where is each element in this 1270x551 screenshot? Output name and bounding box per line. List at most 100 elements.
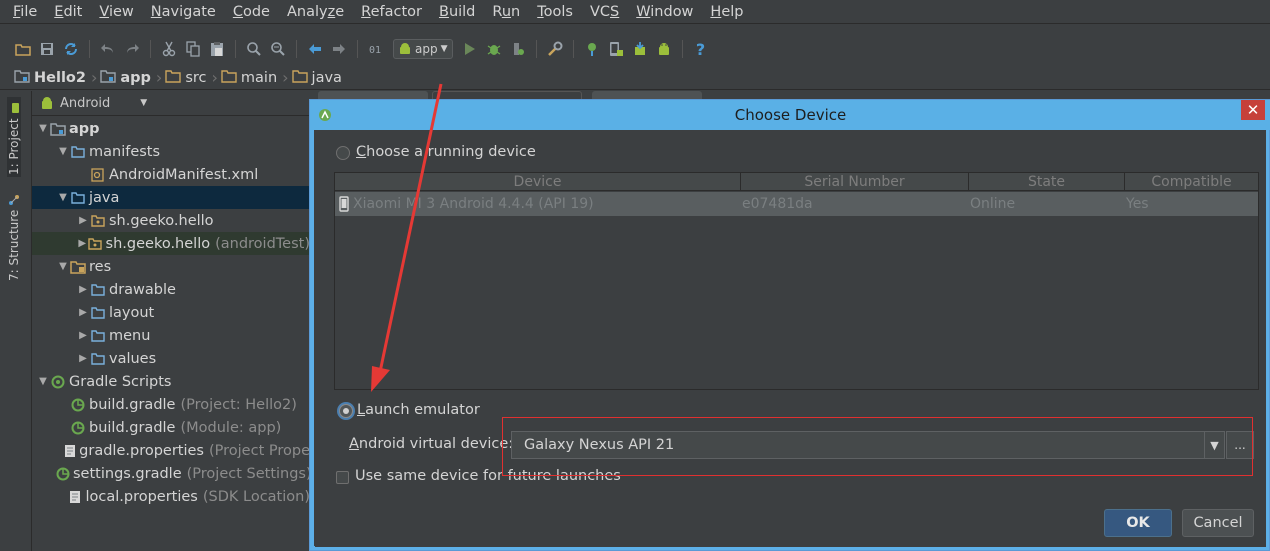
expand-arrow-down-icon[interactable]: ▼ xyxy=(56,261,70,272)
tree-node[interactable]: settings.gradle (Project Settings) xyxy=(32,462,312,485)
chevron-down-icon: ▼ xyxy=(140,98,148,108)
breadcrumb-item[interactable]: src xyxy=(165,69,210,87)
dialog-title-bar[interactable]: Choose Device ✕ xyxy=(310,100,1270,130)
tree-node[interactable]: ▼ manifests xyxy=(32,140,310,163)
menu-item[interactable]: Tools xyxy=(528,4,581,20)
column-header-device[interactable]: Device xyxy=(335,173,741,191)
undo-icon[interactable] xyxy=(97,38,119,60)
column-header-serial[interactable]: Serial Number xyxy=(741,173,969,191)
expand-arrow-right-icon[interactable]: ▶ xyxy=(76,238,88,249)
tree-node[interactable]: ▶ sh.geeko.hello xyxy=(32,209,310,232)
same-device-checkbox[interactable] xyxy=(336,471,349,484)
menu-item[interactable]: Edit xyxy=(45,4,90,20)
tab-project[interactable]: 1: Project xyxy=(7,97,21,177)
redo-icon[interactable] xyxy=(121,38,143,60)
avd-browse-button[interactable]: ... xyxy=(1226,431,1254,459)
tree-node[interactable]: ▼ java xyxy=(32,186,310,209)
expand-arrow-right-icon[interactable]: ▶ xyxy=(76,330,90,341)
menu-item[interactable]: Refactor xyxy=(352,4,430,20)
choose-running-device-label[interactable]: Choose a running device xyxy=(356,144,536,160)
expand-arrow-down-icon[interactable]: ▼ xyxy=(36,376,50,387)
menu-item[interactable]: Window xyxy=(627,4,701,20)
breadcrumb-item[interactable]: java xyxy=(291,69,346,87)
close-button[interactable]: ✕ xyxy=(1241,100,1265,120)
avd-select[interactable]: Galaxy Nexus API 21 ▼ xyxy=(511,431,1225,459)
android-monitor-icon[interactable] xyxy=(653,38,675,60)
menu-item[interactable]: File xyxy=(4,4,45,20)
expand-arrow-down-icon[interactable]: ▼ xyxy=(36,123,50,134)
tree-node[interactable]: build.gradle (Module: app) xyxy=(32,416,310,439)
menu-item[interactable]: VCS xyxy=(581,4,627,20)
breadcrumb-item[interactable]: main xyxy=(221,69,281,87)
expand-arrow-down-icon[interactable]: ▼ xyxy=(56,192,70,203)
tree-node[interactable]: ▶ layout xyxy=(32,301,310,324)
menu-label-part: iew xyxy=(108,3,134,20)
phone-icon xyxy=(339,196,349,212)
menu-item[interactable]: View xyxy=(90,4,141,20)
help-icon[interactable]: ? xyxy=(690,38,712,60)
make-project-icon[interactable]: 01 xyxy=(365,38,387,60)
expand-arrow-right-icon[interactable]: ▶ xyxy=(76,307,90,318)
cut-icon[interactable] xyxy=(158,38,180,60)
tree-node[interactable]: local.properties (SDK Location) xyxy=(32,485,310,508)
open-folder-icon[interactable] xyxy=(12,38,34,60)
sync-icon[interactable] xyxy=(60,38,82,60)
forward-icon[interactable] xyxy=(328,38,350,60)
run-configuration-selector[interactable]: app ▼ xyxy=(393,39,453,59)
menu-item[interactable]: Code xyxy=(224,4,278,20)
menu-item[interactable]: Help xyxy=(701,4,751,20)
tree-node[interactable]: ▼ Gradle Scripts xyxy=(32,370,310,393)
run-config-label: app xyxy=(415,42,438,56)
column-header-compatible[interactable]: Compatible xyxy=(1125,173,1258,191)
tree-node[interactable]: ▼ app xyxy=(32,117,310,140)
find-icon[interactable] xyxy=(243,38,265,60)
chevron-down-icon[interactable]: ▼ xyxy=(1204,432,1224,458)
tab-project-label: 1: Project xyxy=(7,118,21,175)
expand-arrow-down-icon[interactable]: ▼ xyxy=(56,146,70,157)
tree-node[interactable]: ▶ sh.geeko.hello (androidTest) xyxy=(32,232,310,255)
expand-arrow-right-icon[interactable]: ▶ xyxy=(76,284,90,295)
tree-node[interactable]: ▶ values xyxy=(32,347,310,370)
gradle-file-icon xyxy=(70,398,86,412)
same-device-label[interactable]: Use same device for future launches xyxy=(355,468,621,484)
expand-arrow-right-icon[interactable]: ▶ xyxy=(76,353,90,364)
sdk-manager-icon[interactable] xyxy=(629,38,651,60)
project-structure-icon[interactable] xyxy=(544,38,566,60)
choose-running-device-radio[interactable] xyxy=(336,146,350,160)
launch-emulator-radio[interactable] xyxy=(339,404,353,418)
table-row[interactable]: Xiaomi MI 3 Android 4.4.4 (API 19) e0748… xyxy=(335,192,1258,216)
sync-gradle-icon[interactable] xyxy=(581,38,603,60)
menu-item[interactable]: Build xyxy=(430,4,483,20)
cancel-button[interactable]: Cancel xyxy=(1182,509,1254,537)
folder-icon xyxy=(70,191,86,205)
folder-icon xyxy=(291,69,308,87)
tree-node[interactable]: ▶ menu xyxy=(32,324,310,347)
tree-node[interactable]: AndroidManifest.xml xyxy=(32,163,310,186)
paste-icon[interactable] xyxy=(206,38,228,60)
attach-debugger-icon[interactable] xyxy=(507,38,529,60)
expand-arrow-right-icon[interactable]: ▶ xyxy=(76,215,90,226)
copy-icon[interactable] xyxy=(182,38,204,60)
menu-item[interactable]: Navigate xyxy=(142,4,224,20)
ok-button[interactable]: OK xyxy=(1104,509,1172,537)
project-view-selector[interactable]: Android ▼ xyxy=(32,91,310,116)
tree-node-label: gradle.properties xyxy=(79,442,204,459)
tree-node[interactable]: gradle.properties (Project Prope xyxy=(32,439,310,462)
breadcrumb-item[interactable]: Hello2 xyxy=(14,69,90,87)
replace-icon[interactable] xyxy=(267,38,289,60)
avd-manager-icon[interactable] xyxy=(605,38,627,60)
column-header-state[interactable]: State xyxy=(969,173,1125,191)
tree-node[interactable]: ▼ res xyxy=(32,255,310,278)
tree-node[interactable]: build.gradle (Project: Hello2) xyxy=(32,393,310,416)
run-icon[interactable] xyxy=(459,38,481,60)
tree-node-label: res xyxy=(89,258,112,275)
breadcrumb-item[interactable]: app xyxy=(100,69,155,87)
save-all-icon[interactable] xyxy=(36,38,58,60)
tab-structure[interactable]: 7: Structure xyxy=(7,191,21,281)
tree-node[interactable]: ▶ drawable xyxy=(32,278,310,301)
back-icon[interactable] xyxy=(304,38,326,60)
launch-emulator-label[interactable]: Launch emulator xyxy=(357,402,480,418)
debug-icon[interactable] xyxy=(483,38,505,60)
menu-item[interactable]: Analyze xyxy=(278,4,352,20)
menu-item[interactable]: Run xyxy=(483,4,528,20)
